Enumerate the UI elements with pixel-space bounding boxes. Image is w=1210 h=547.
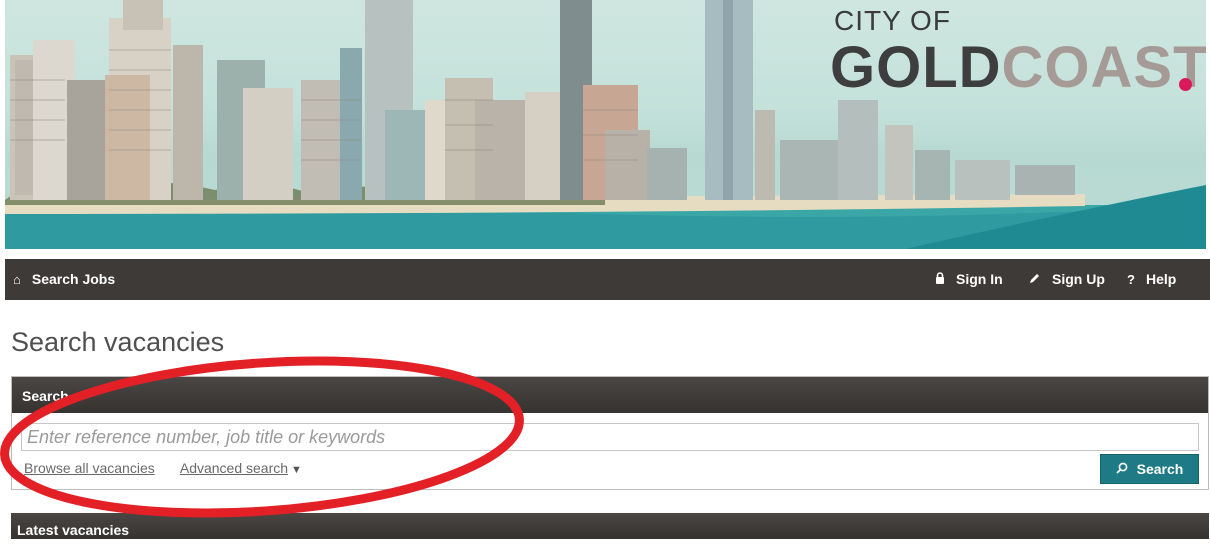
header-banner: CITY OF GOLDCOAST xyxy=(5,0,1206,249)
search-panel: Search Browse all vacancies Advanced sea… xyxy=(11,376,1209,490)
search-button[interactable]: Search xyxy=(1100,454,1199,484)
home-icon: ⌂ xyxy=(13,272,21,287)
nav-help[interactable]: ? Help xyxy=(1127,259,1176,300)
nav-search-jobs-label: Search Jobs xyxy=(31,271,116,287)
logo-gold-coast: GOLDCOAST xyxy=(830,36,1206,100)
search-icon xyxy=(1116,462,1128,477)
latest-vacancies-header: Latest vacancies xyxy=(11,513,1209,539)
browse-all-vacancies-link[interactable]: Browse all vacancies xyxy=(24,460,155,476)
search-panel-header: Search xyxy=(12,377,1208,413)
nav-sign-in[interactable]: Sign In xyxy=(935,259,1003,300)
nav-search-jobs[interactable]: ⌂ Search Jobs xyxy=(13,259,115,300)
advanced-search-label: Advanced search xyxy=(179,460,289,476)
pencil-icon xyxy=(1029,259,1041,300)
nav-sign-up-label: Sign Up xyxy=(1052,271,1105,287)
nav-sign-up[interactable]: Sign Up xyxy=(1029,259,1105,300)
logo-city-of: CITY OF xyxy=(834,5,951,36)
nav-help-label: Help xyxy=(1145,271,1177,287)
logo-gold-text: GOLD xyxy=(830,35,1002,100)
logo-dot xyxy=(1179,78,1192,91)
lock-icon xyxy=(935,259,945,300)
search-input[interactable] xyxy=(21,423,1199,451)
nav-sign-in-label: Sign In xyxy=(956,271,1003,287)
search-links: Browse all vacancies Advanced search ▼ xyxy=(24,460,302,476)
caret-down-icon: ▼ xyxy=(291,464,302,476)
search-button-label: Search xyxy=(1136,461,1184,477)
question-icon: ? xyxy=(1127,272,1135,287)
page-title: Search vacancies xyxy=(11,327,225,357)
advanced-search-link[interactable]: Advanced search ▼ xyxy=(180,460,302,476)
top-navigation: ⌂ Search Jobs Sign In Sign Up ? Help xyxy=(5,259,1210,300)
logo-coast-text: COAST xyxy=(1001,35,1206,100)
